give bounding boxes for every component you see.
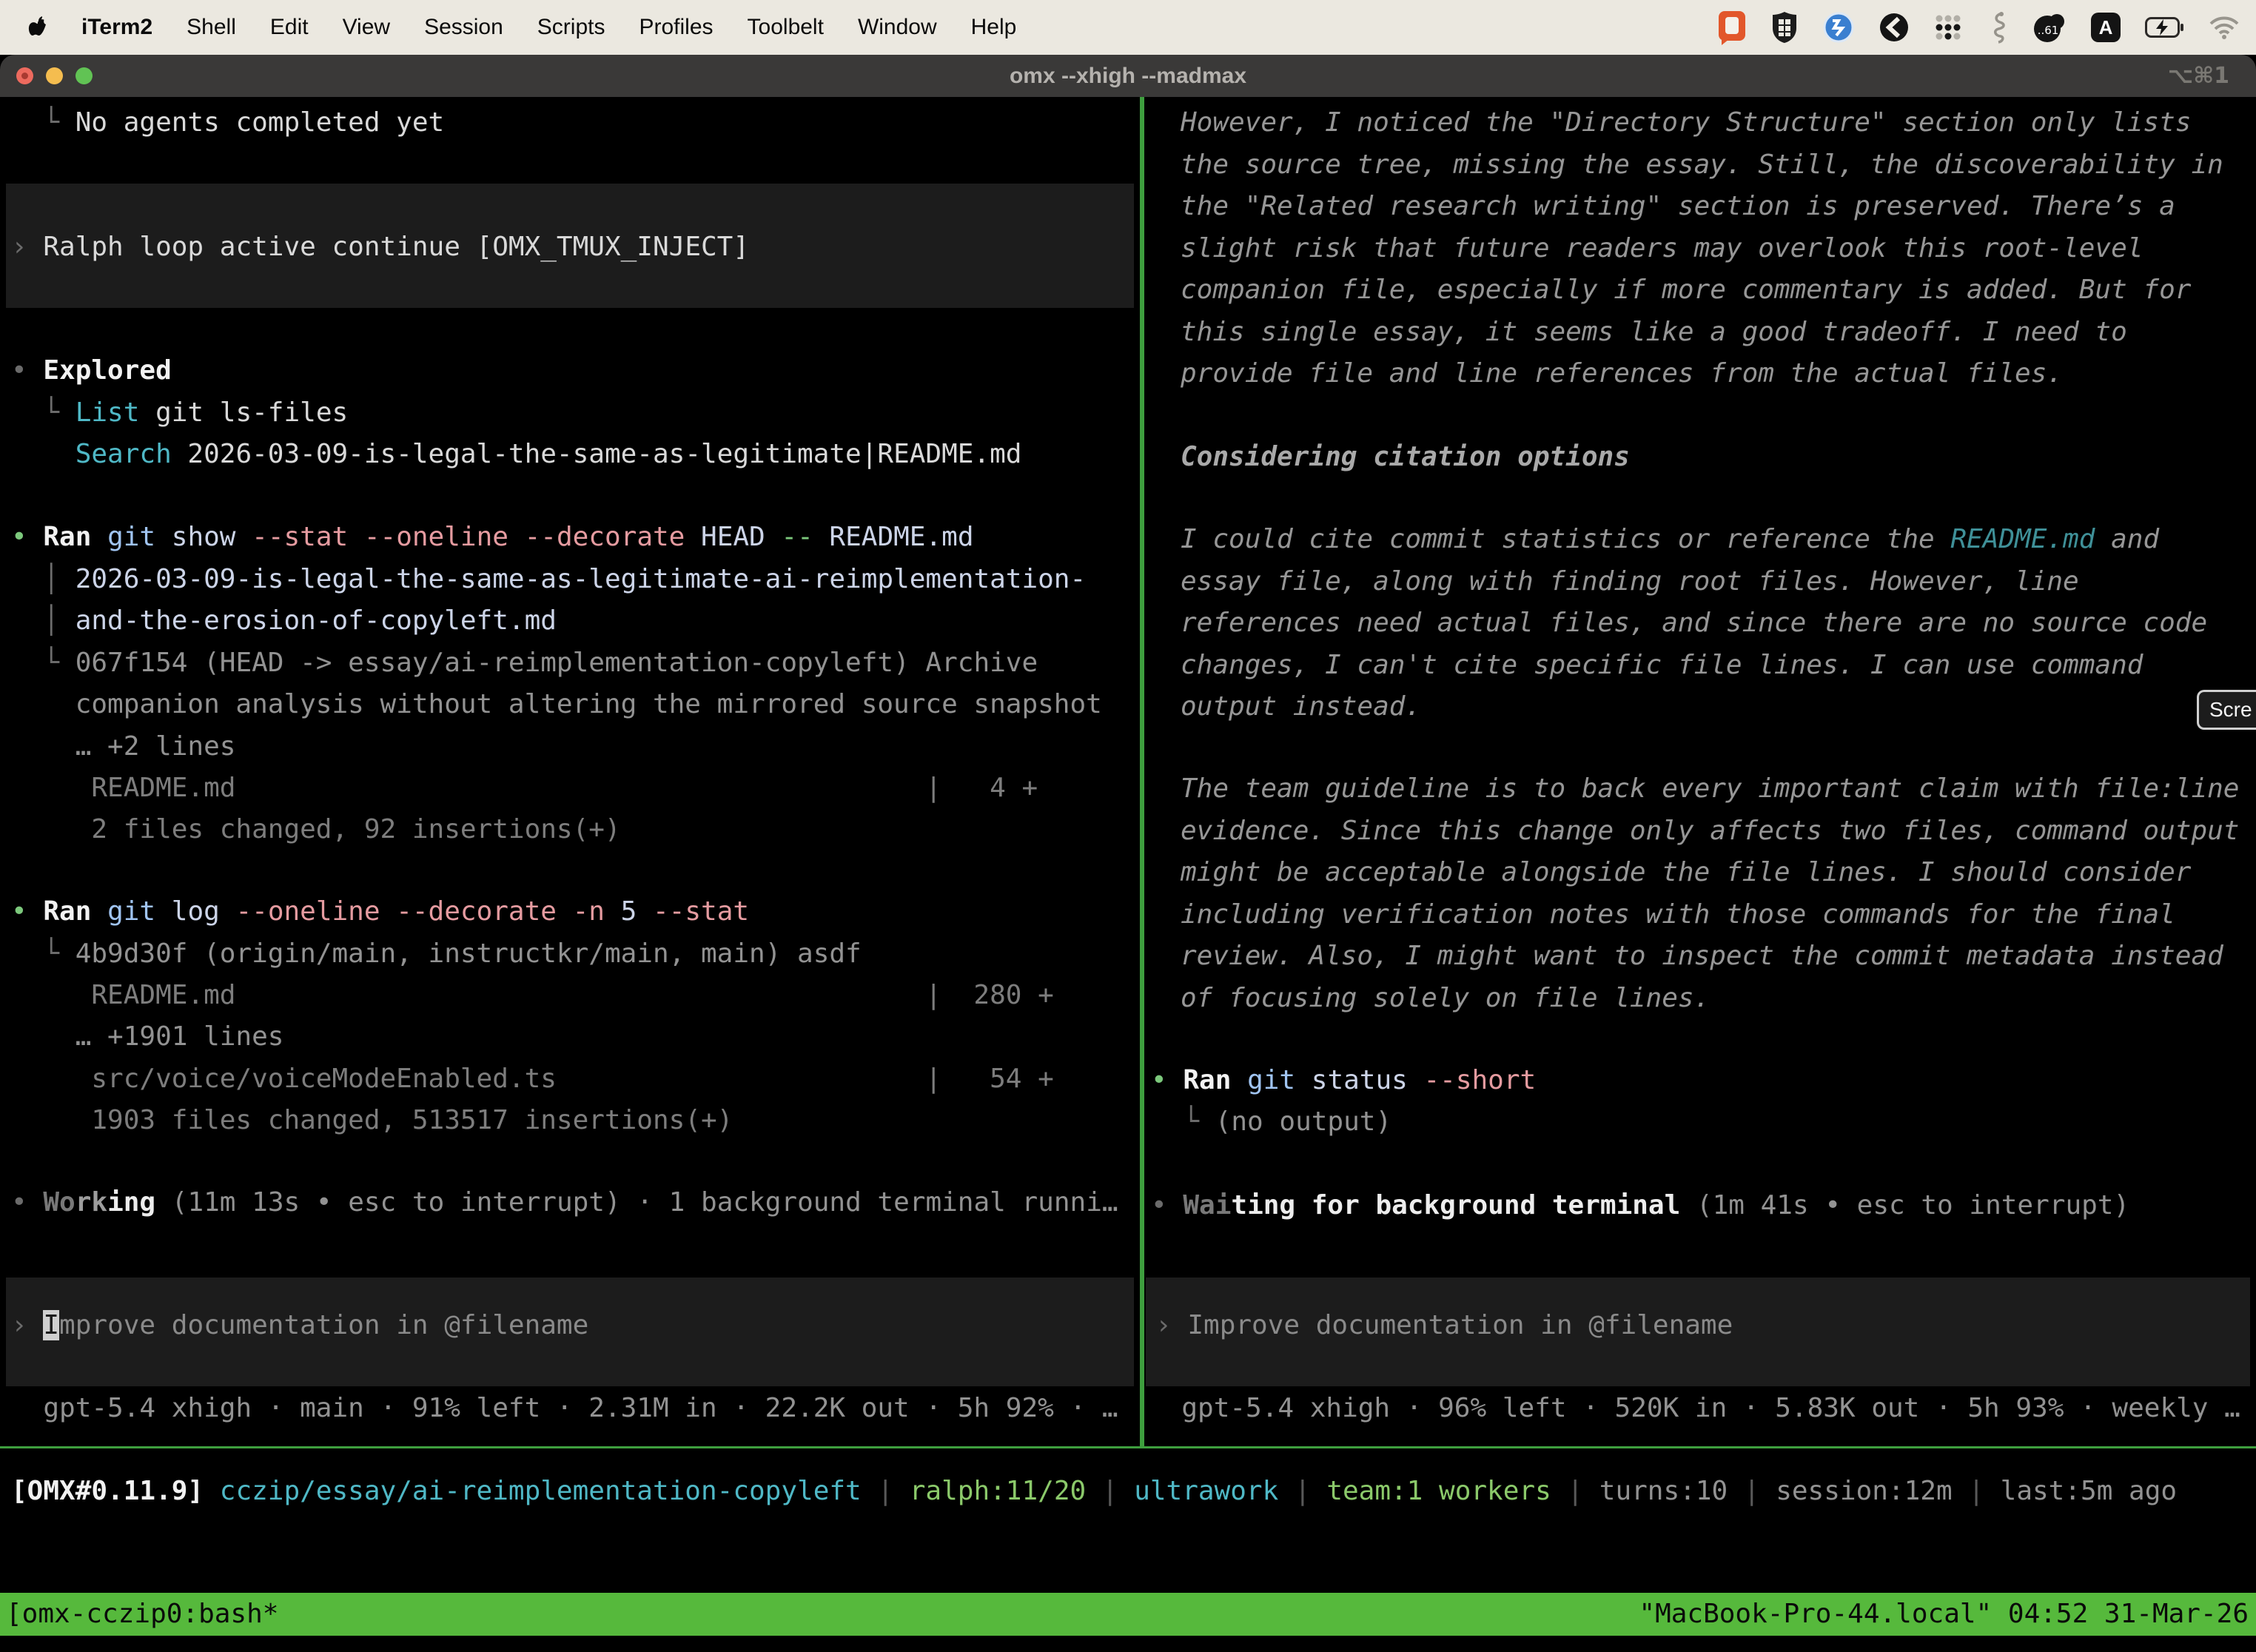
terminal-line: … +1901 lines bbox=[11, 1015, 283, 1058]
screen-capture-icon[interactable] bbox=[1717, 10, 1747, 45]
terminal-line: README.md | 4 + bbox=[11, 767, 1038, 809]
terminal-line: └ 067f154 (HEAD -> essay/ai-reimplementa… bbox=[11, 642, 1038, 684]
battery-icon[interactable] bbox=[2145, 17, 2185, 38]
terminal-line: • Explored bbox=[11, 349, 172, 392]
input-source-a-icon[interactable]: A bbox=[2090, 12, 2121, 43]
thinking-line: changes, I can't cite specific file line… bbox=[1181, 644, 2143, 686]
apple-logo-icon[interactable] bbox=[28, 16, 47, 39]
terminal-line: README.md | 280 + bbox=[11, 974, 1054, 1016]
terminal-line: Search 2026-03-09-is-legal-the-same-as-l… bbox=[11, 433, 1021, 475]
thinking-line: review. Also, I might want to inspect th… bbox=[1181, 935, 2223, 977]
battery-61-icon[interactable]: ..61 bbox=[2032, 11, 2067, 44]
thinking-line: provide file and line references from th… bbox=[1181, 352, 2063, 394]
tmux-session-label: [omx-cczip0:bash* bbox=[6, 1593, 278, 1636]
terminal-line: 2 files changed, 92 insertions(+) bbox=[11, 808, 621, 850]
left-command-input[interactable]: › Improve documentation in @filename bbox=[11, 1304, 588, 1346]
menu-item-session[interactable]: Session bbox=[424, 15, 503, 40]
menu-item-help[interactable]: Help bbox=[971, 15, 1017, 40]
working-status-line: • Working (11m 13s • esc to interrupt) ·… bbox=[11, 1181, 1118, 1223]
menu-item-toolbelt[interactable]: Toolbelt bbox=[748, 15, 824, 40]
menu-item-profiles[interactable]: Profiles bbox=[639, 15, 713, 40]
left-session-status-line: gpt-5.4 xhigh · main · 91% left · 2.31M … bbox=[11, 1387, 1118, 1429]
battery-61-label: ..61 bbox=[2038, 24, 2059, 37]
thinking-line: evidence. Since this change only affects… bbox=[1181, 810, 2239, 852]
thinking-line: references need actual files, and since … bbox=[1181, 602, 2207, 644]
terminal-line: │ and-the-erosion-of-copyleft.md bbox=[11, 600, 557, 642]
menu-item-edit[interactable]: Edit bbox=[270, 15, 309, 40]
thinking-heading: Considering citation options bbox=[1181, 436, 1630, 478]
menu-item-scripts[interactable]: Scripts bbox=[537, 15, 605, 40]
input-source-a-label: A bbox=[2099, 16, 2113, 38]
terminal-line: └ (no output) bbox=[1151, 1101, 1391, 1143]
dots-grid-icon[interactable] bbox=[1933, 13, 1963, 42]
tmux-host-clock-label: "MacBook-Pro-44.local" 04:52 31-Mar-26 bbox=[1639, 1593, 2249, 1636]
terminal-line: … +2 lines bbox=[11, 725, 235, 768]
screen-record-icon[interactable] bbox=[1879, 12, 1910, 43]
pane-divider-horizontal bbox=[0, 1446, 2256, 1448]
omx-status-line: [OMX#0.11.9] cczip/essay/ai-reimplementa… bbox=[11, 1470, 2177, 1512]
thinking-line: the source tree, missing the essay. Stil… bbox=[1181, 144, 2223, 186]
menu-item-iterm2[interactable]: iTerm2 bbox=[81, 15, 152, 40]
pane-divider-vertical[interactable] bbox=[1140, 97, 1144, 1446]
terminal-line: 1903 files changed, 513517 insertions(+) bbox=[11, 1099, 733, 1141]
menu-item-shell[interactable]: Shell bbox=[187, 15, 236, 40]
thinking-line: The team guideline is to back every impo… bbox=[1181, 768, 2239, 810]
menu-item-view[interactable]: View bbox=[343, 15, 390, 40]
terminal-line: • Ran git show --stat --oneline --decora… bbox=[11, 516, 974, 558]
right-session-status-line: gpt-5.4 xhigh · 96% left · 520K in · 5.8… bbox=[1149, 1387, 2240, 1429]
screen-notification-label: Scre bbox=[2209, 698, 2252, 721]
thinking-line: this single essay, it seems like a good … bbox=[1181, 311, 2127, 353]
messages-badge-icon[interactable] bbox=[1822, 11, 1855, 44]
waiting-status-line: • Waiting for background terminal (1m 41… bbox=[1151, 1184, 2129, 1226]
menu-item-window[interactable]: Window bbox=[858, 15, 937, 40]
terminal-line: └ List git ls-files bbox=[11, 392, 348, 434]
thinking-line: the "Related research writing" section i… bbox=[1181, 185, 2175, 227]
menu-status-icons: ..61 A bbox=[1717, 10, 2256, 45]
thinking-line: companion file, especially if more comme… bbox=[1181, 269, 2191, 311]
menu-bar: iTerm2 Shell Edit View Session Scripts P… bbox=[0, 0, 2256, 55]
terminal-line: • Ran git log --oneline --decorate -n 5 … bbox=[11, 890, 749, 933]
inject-status-line: › Ralph loop active continue [OMX_TMUX_I… bbox=[11, 226, 749, 268]
window-shortcut-badge: ⌥⌘1 bbox=[2168, 55, 2229, 97]
desktop: { "menu_bar": { "items": ["iTerm2","Shel… bbox=[0, 0, 2256, 1652]
squiggle-icon[interactable] bbox=[1987, 10, 2009, 44]
thinking-line: output instead. bbox=[1181, 685, 1421, 728]
wifi-icon[interactable] bbox=[2209, 16, 2240, 39]
thinking-line: of focusing solely on file lines. bbox=[1181, 977, 1710, 1019]
terminal-line: └ No agents completed yet bbox=[11, 101, 444, 144]
thinking-line: However, I noticed the "Directory Struct… bbox=[1181, 101, 2191, 144]
terminal-line: • Ran git status --short bbox=[1151, 1059, 1536, 1101]
right-command-input[interactable]: › Improve documentation in @filename bbox=[1155, 1304, 1733, 1346]
thinking-line: might be acceptable alongside the file l… bbox=[1181, 851, 2191, 893]
terminal-line: └ 4b9d30f (origin/main, instructkr/main,… bbox=[11, 933, 862, 975]
tmux-status-bar: [omx-cczip0:bash* "MacBook-Pro-44.local"… bbox=[0, 1593, 2256, 1636]
terminal-line: src/voice/voiceModeEnabled.ts | 54 + bbox=[11, 1058, 1054, 1100]
window-title: omx --xhigh --madmax bbox=[0, 55, 2256, 97]
security-shield-icon[interactable] bbox=[1770, 10, 1799, 44]
thinking-line: I could cite commit statistics or refere… bbox=[1181, 518, 2159, 560]
thinking-line: including verification notes with those … bbox=[1181, 893, 2175, 936]
terminal-line: │ 2026-03-09-is-legal-the-same-as-legiti… bbox=[11, 558, 1086, 600]
screen-notification-overlay[interactable]: Scre bbox=[2197, 690, 2256, 730]
thinking-line: essay file, along with finding root file… bbox=[1181, 560, 2079, 602]
terminal-line: companion analysis without altering the … bbox=[11, 683, 1102, 725]
window-title-bar[interactable]: omx --xhigh --madmax ⌥⌘1 bbox=[0, 55, 2256, 97]
thinking-line: slight risk that future readers may over… bbox=[1181, 227, 2143, 269]
